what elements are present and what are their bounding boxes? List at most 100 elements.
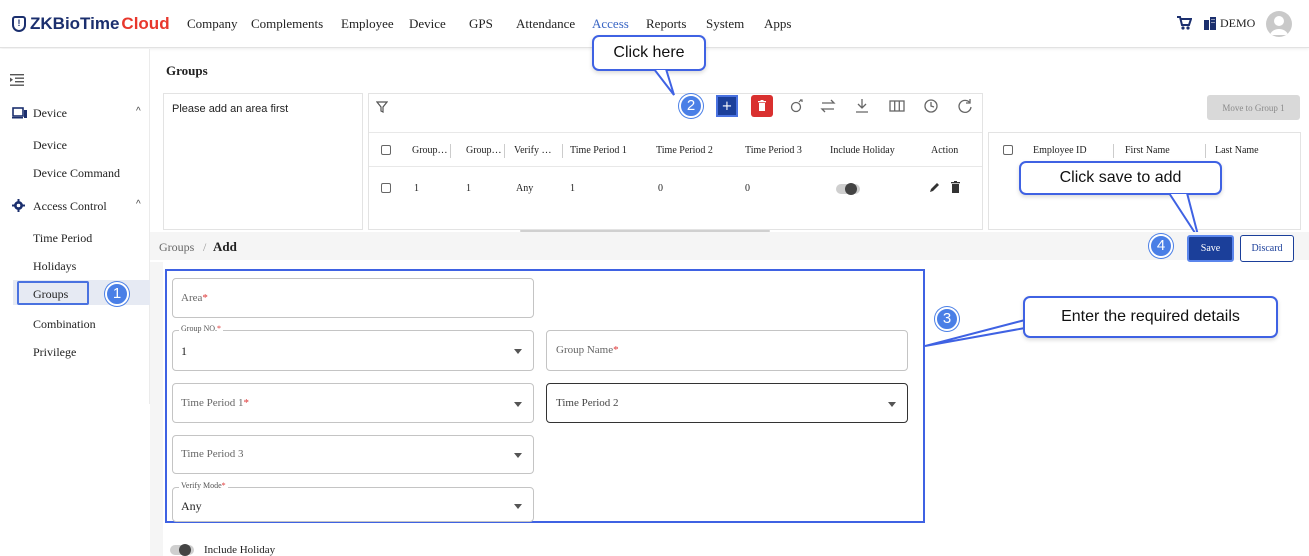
form-header-bar (150, 232, 1309, 260)
logo-text-suffix: Cloud (121, 14, 170, 33)
column-header-time-period-3[interactable]: Time Period 3 (745, 145, 802, 156)
sidebar-section-access-control[interactable]: Access Control (33, 199, 107, 214)
time-period-3-label: Time Period 3 (181, 448, 244, 460)
column-header-group-name[interactable]: Group… (466, 145, 502, 156)
verify-mode-select[interactable] (172, 487, 534, 522)
chevron-down-icon[interactable] (514, 402, 522, 407)
device-icon (12, 107, 27, 119)
set-access-icon[interactable] (785, 95, 807, 117)
column-header-time-period-2[interactable]: Time Period 2 (656, 145, 713, 156)
verify-mode-value: Any (181, 499, 202, 513)
table-divider (369, 166, 982, 167)
user-name[interactable]: DEMO (1220, 16, 1255, 31)
breadcrumb-groups[interactable]: Groups (159, 240, 194, 255)
nav-gps[interactable]: GPS (469, 16, 493, 32)
filter-icon[interactable] (376, 101, 388, 113)
sidebar-item-privilege[interactable]: Privilege (33, 345, 76, 360)
chevron-down-icon[interactable] (514, 453, 522, 458)
include-holiday-toggle[interactable] (836, 183, 860, 195)
sidebar-item-combination[interactable]: Combination (33, 317, 96, 332)
callout-pointer (925, 318, 1026, 347)
include-holiday-switch[interactable] (170, 544, 194, 556)
cell-group-no: 1 (414, 183, 419, 194)
cell-verify: Any (516, 183, 534, 194)
time-period-2-label: Time Period 2 (556, 397, 619, 409)
delete-button[interactable] (751, 95, 773, 117)
column-header-employee-id[interactable]: Employee ID (1033, 145, 1087, 156)
sidebar-section-device[interactable]: Device (33, 106, 67, 121)
nav-attendance[interactable]: Attendance (516, 16, 575, 32)
sidebar-item-holidays[interactable]: Holidays (33, 259, 76, 274)
row-checkbox[interactable] (381, 183, 391, 193)
column-divider (562, 144, 563, 158)
table-divider (369, 132, 982, 133)
nav-employee[interactable]: Employee (341, 16, 394, 32)
area-field[interactable] (172, 278, 534, 318)
chevron-down-icon[interactable] (514, 504, 522, 509)
group-name-label: Group Name* (556, 344, 619, 356)
form-gutter (150, 262, 163, 556)
breadcrumb-separator: / (203, 240, 207, 254)
sidebar-item-device[interactable]: Device (33, 138, 67, 153)
nav-access[interactable]: Access (592, 16, 629, 32)
shield-logo-icon: ! (12, 16, 26, 32)
discard-button[interactable]: Discard (1240, 235, 1294, 262)
column-header-include-holiday[interactable]: Include Holiday (830, 145, 895, 156)
area-label: Area* (181, 292, 208, 304)
columns-icon[interactable] (886, 95, 908, 117)
group-no-value: 1 (181, 344, 187, 358)
edit-icon[interactable] (928, 182, 940, 194)
chevron-down-icon[interactable] (514, 349, 522, 354)
include-holiday-label: Include Holiday (204, 544, 276, 556)
toggle-knob (845, 183, 857, 195)
collapse-menu-icon[interactable] (10, 74, 24, 86)
nav-device[interactable]: Device (409, 16, 446, 32)
column-divider (450, 144, 451, 158)
nav-apps[interactable]: Apps (764, 16, 791, 32)
sidebar-item-device-command[interactable]: Device Command (33, 166, 120, 181)
callout-pointer (652, 69, 675, 96)
cart-icon[interactable] (1176, 15, 1192, 31)
sidebar-item-time-period[interactable]: Time Period (33, 231, 92, 246)
chevron-up-icon[interactable]: ^ (136, 106, 141, 117)
column-header-last-name[interactable]: Last Name (1215, 145, 1259, 156)
chevron-down-icon[interactable] (888, 402, 896, 407)
toggle-knob (179, 544, 191, 556)
user-avatar-icon[interactable] (1266, 11, 1292, 37)
add-button[interactable]: + (716, 95, 738, 117)
nav-system[interactable]: System (706, 16, 744, 32)
nav-complements[interactable]: Complements (251, 16, 323, 32)
save-button[interactable]: Save (1187, 235, 1234, 262)
column-divider (1205, 144, 1206, 158)
annotation-step-badge: 2 (679, 94, 703, 118)
refresh-icon[interactable] (954, 95, 976, 117)
employee-select-all-checkbox[interactable] (1003, 145, 1013, 155)
gear-icon (12, 199, 25, 212)
column-divider (504, 144, 505, 158)
download-icon[interactable] (851, 95, 873, 117)
organization-icon (1204, 17, 1216, 30)
annotation-enter-details-callout: Enter the required details (1023, 296, 1278, 338)
column-header-first-name[interactable]: First Name (1125, 145, 1170, 156)
column-header-verify[interactable]: Verify … (514, 145, 552, 156)
column-divider (1113, 144, 1114, 158)
cell-time-period-1: 1 (570, 183, 575, 194)
nav-reports[interactable]: Reports (646, 16, 686, 32)
nav-company[interactable]: Company (187, 16, 238, 32)
delete-row-icon[interactable] (950, 181, 961, 194)
group-no-label: Group NO.* (179, 324, 223, 333)
annotation-step-badge: 1 (105, 282, 129, 306)
group-no-select[interactable] (172, 330, 534, 371)
move-to-group-button[interactable]: Move to Group 1 (1207, 95, 1300, 120)
column-header-group-no[interactable]: Group… (412, 145, 448, 156)
annotation-highlight-box (17, 281, 89, 305)
transfer-icon[interactable] (817, 95, 839, 117)
chevron-up-icon[interactable]: ^ (136, 199, 141, 210)
history-icon[interactable] (920, 95, 942, 117)
annotation-step-badge: 4 (1149, 234, 1173, 258)
column-header-time-period-1[interactable]: Time Period 1 (570, 145, 627, 156)
select-all-checkbox[interactable] (381, 145, 391, 155)
logo-text-prefix: ZKBioTime (30, 14, 120, 33)
app-logo[interactable]: ! ZKBioTime Cloud (12, 14, 170, 34)
time-period-1-label: Time Period 1* (181, 397, 250, 409)
